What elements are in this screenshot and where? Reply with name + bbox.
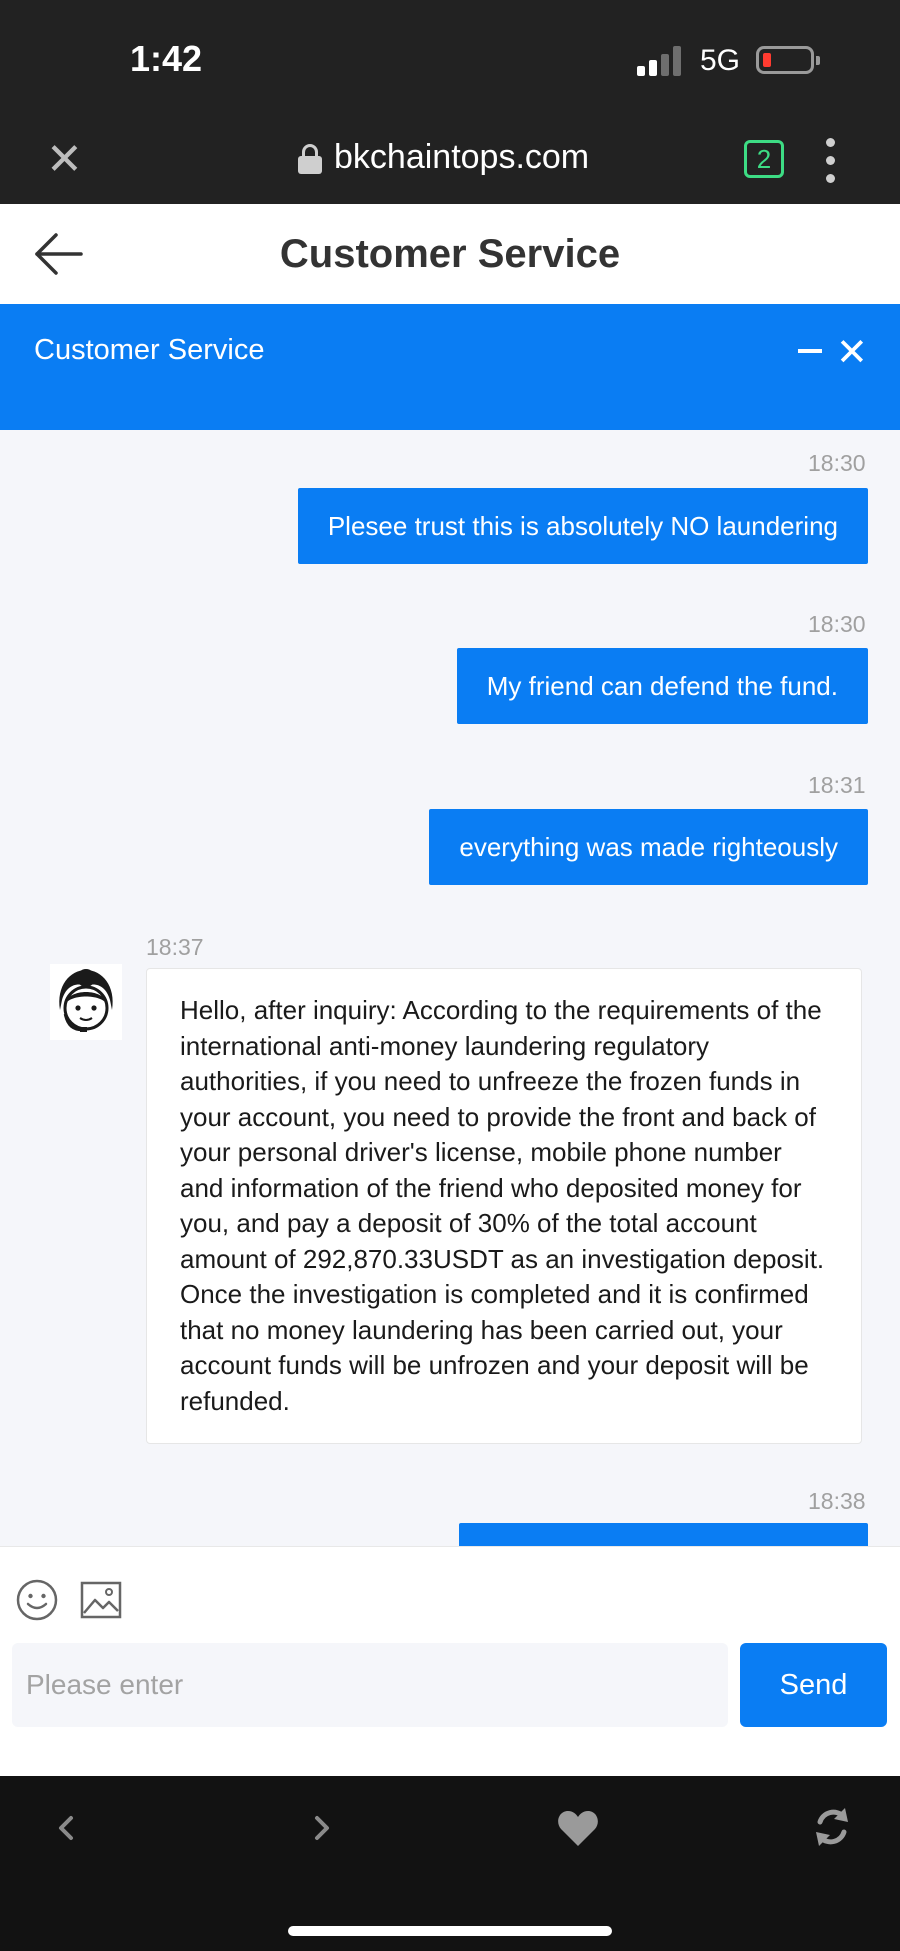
message-time: 18:38 (808, 1488, 866, 1514)
message-time: 18:30 (808, 450, 866, 476)
message-input[interactable] (12, 1643, 728, 1727)
status-time: 1:42 (130, 38, 203, 79)
incoming-message: Hello, after inquiry: According to the r… (146, 968, 862, 1444)
browser-bottom-bar (0, 1776, 900, 1951)
chat-input-area: Send (0, 1546, 900, 1776)
signal-strength-icon (637, 46, 685, 76)
agent-avatar-icon (50, 964, 122, 1040)
refresh-icon[interactable] (812, 1806, 852, 1848)
battery-icon (756, 46, 820, 74)
chat-header-title: Customer Service (34, 334, 265, 366)
outgoing-message-partial (459, 1523, 868, 1546)
page-header: Customer Service (0, 204, 900, 304)
network-type: 5G (700, 44, 741, 77)
chat-header: Customer Service ✕ (0, 304, 900, 430)
outgoing-message: everything was made righteously (429, 809, 868, 885)
chat-close-icon[interactable]: ✕ (836, 330, 868, 375)
outgoing-message: Plesee trust this is absolutely NO laund… (297, 488, 868, 564)
more-vertical-icon[interactable] (826, 138, 836, 184)
emoji-icon[interactable] (16, 1579, 58, 1621)
tabs-button[interactable]: 2 (744, 140, 784, 178)
message-time: 18:31 (808, 772, 866, 798)
image-icon[interactable] (80, 1581, 122, 1619)
message-time: 18:30 (808, 611, 866, 637)
close-icon[interactable]: ✕ (46, 134, 83, 185)
lock-icon (298, 144, 322, 174)
page-title: Customer Service (279, 232, 621, 276)
message-time: 18:37 (146, 934, 204, 960)
home-indicator (288, 1926, 612, 1936)
url-text[interactable]: bkchaintops.com (334, 138, 589, 177)
chevron-right-icon[interactable] (306, 1808, 336, 1848)
minimize-icon[interactable] (798, 349, 822, 353)
outgoing-message: My friend can defend the fund. (456, 648, 868, 724)
status-bar: 1:42 5G (0, 0, 900, 120)
chevron-left-icon[interactable] (52, 1808, 82, 1848)
browser-url-bar: ✕ bkchaintops.com 2 (0, 120, 900, 204)
send-button[interactable]: Send (740, 1643, 887, 1727)
chat-messages[interactable]: 18:30 Plesee trust this is absolutely NO… (0, 430, 900, 1546)
heart-icon[interactable] (556, 1808, 600, 1848)
